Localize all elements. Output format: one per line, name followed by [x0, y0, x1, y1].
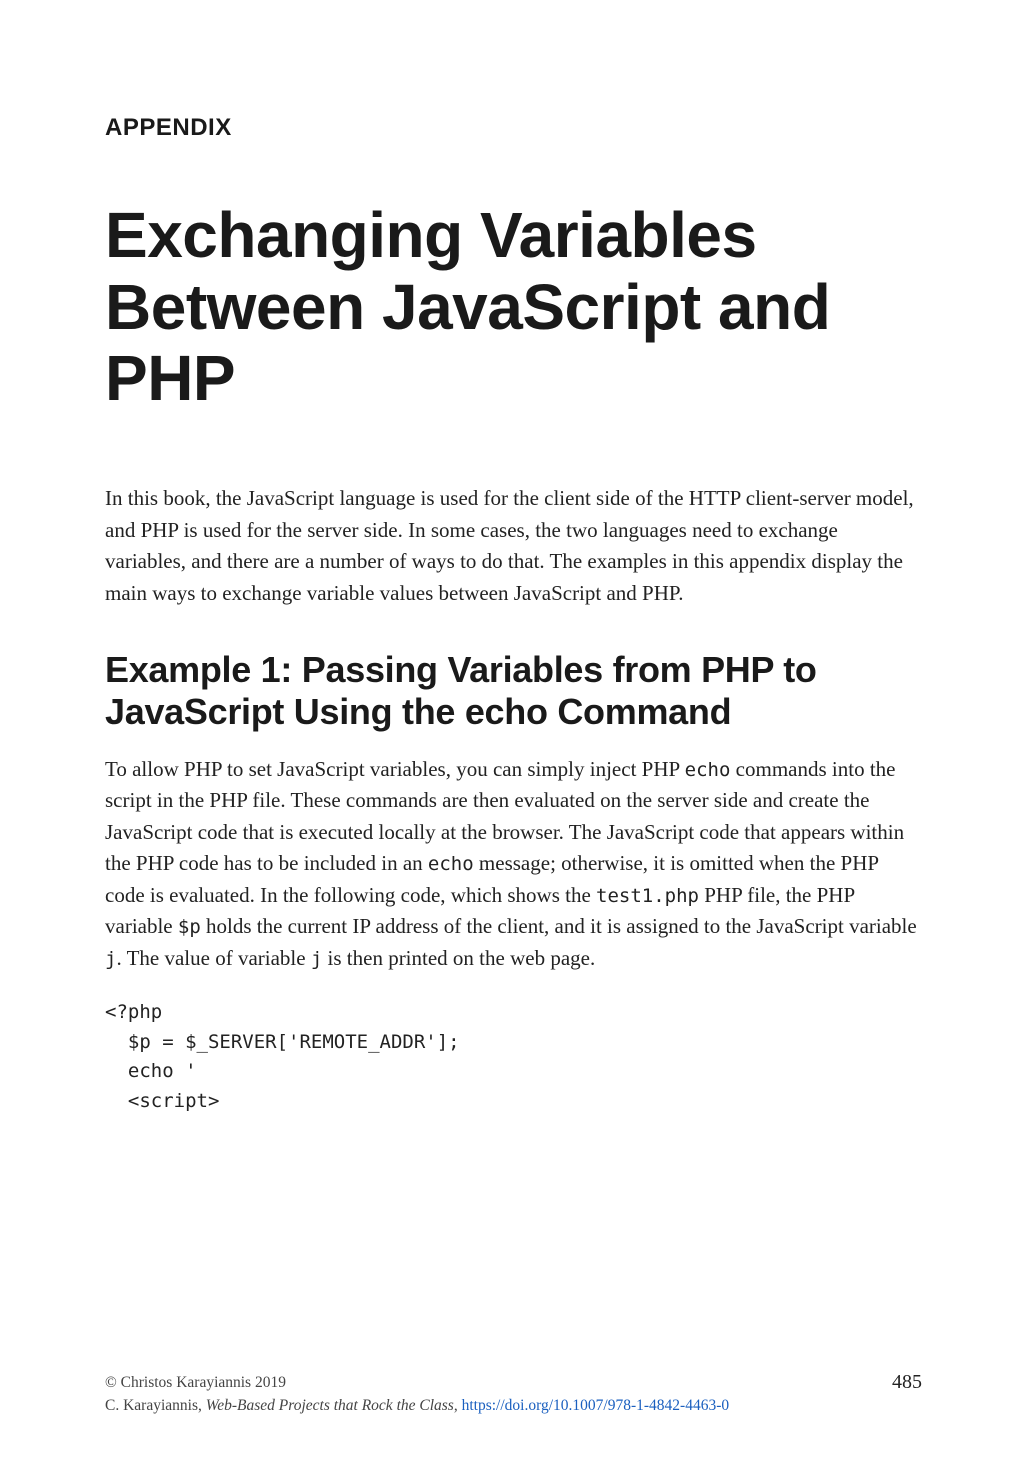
section-1-body: To allow PHP to set JavaScript variables…	[105, 754, 922, 975]
text: holds the current IP address of the clie…	[201, 914, 917, 938]
page-footer: 485 © Christos Karayiannis 2019 C. Karay…	[105, 1372, 922, 1417]
appendix-kicker: APPENDIX	[105, 114, 922, 142]
inline-code-variable-j: j	[311, 948, 322, 970]
footer-author: C. Karayiannis,	[105, 1397, 206, 1414]
inline-code-variable-p: $p	[178, 916, 201, 938]
text: . The value of variable	[116, 946, 310, 970]
code-block-php: <?php $p = $_SERVER['REMOTE_ADDR']; echo…	[105, 998, 922, 1116]
footer-copyright: © Christos Karayiannis 2019	[105, 1372, 922, 1394]
inline-code-variable-j: j	[105, 948, 116, 970]
footer-doi-link[interactable]: https://doi.org/10.1007/978-1-4842-4463-…	[462, 1397, 730, 1414]
text: is then printed on the web page.	[322, 946, 595, 970]
inline-code-echo: echo	[685, 759, 731, 781]
footer-separator: ,	[454, 1397, 462, 1414]
page-number: 485	[892, 1368, 922, 1397]
footer-book-title: Web-Based Projects that Rock the Class	[206, 1397, 454, 1414]
text: To allow PHP to set JavaScript variables…	[105, 757, 685, 781]
page-title: Exchanging Variables Between JavaScript …	[105, 200, 922, 415]
section-1-heading: Example 1: Passing Variables from PHP to…	[105, 649, 922, 734]
inline-code-filename: test1.php	[596, 885, 699, 907]
intro-paragraph: In this book, the JavaScript language is…	[105, 483, 922, 609]
page: APPENDIX Exchanging Variables Between Ja…	[0, 0, 1020, 1457]
footer-credit-line: C. Karayiannis, Web-Based Projects that …	[105, 1395, 922, 1417]
inline-code-echo: echo	[428, 853, 474, 875]
